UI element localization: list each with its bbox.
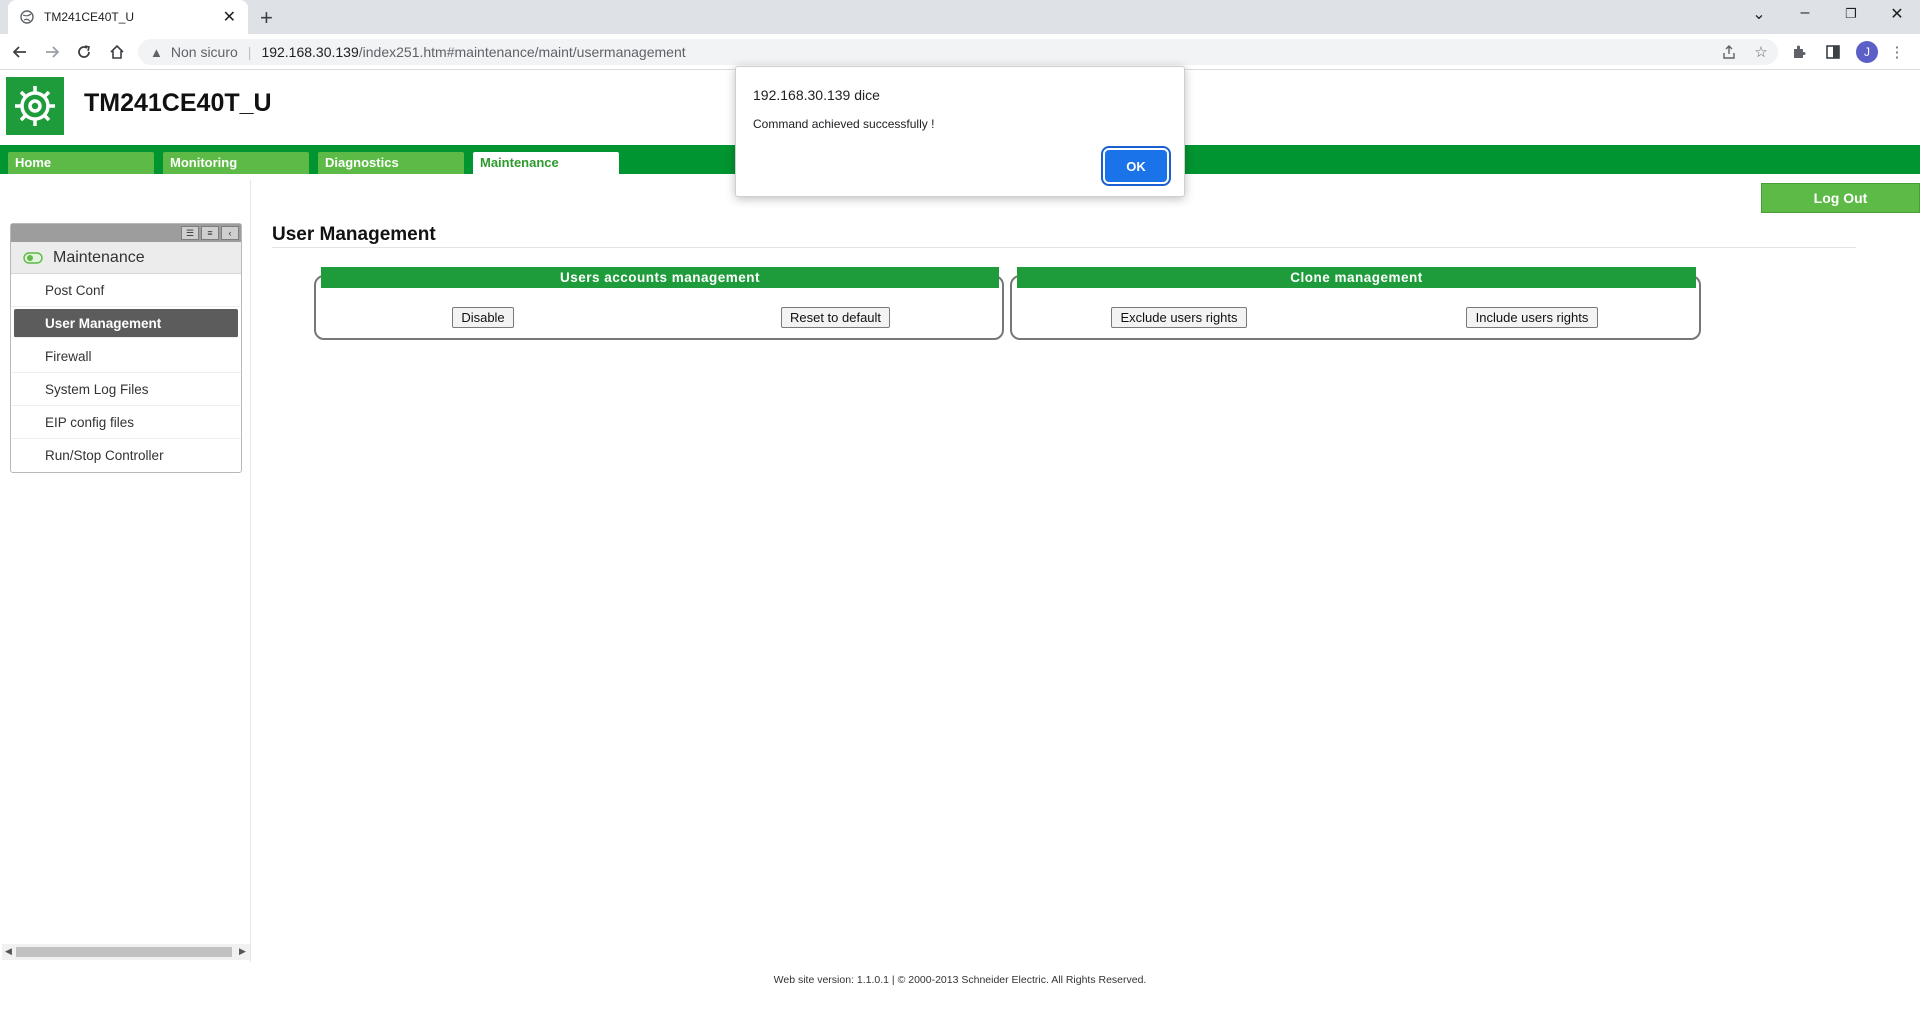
scroll-right-icon[interactable]: ▶ xyxy=(239,946,246,957)
browser-tabstrip: TM241CE40T_U ✕ + ⌄ – ❐ ✕ xyxy=(0,0,1920,34)
dialog-title: 192.168.30.139 dice xyxy=(753,87,880,103)
footer-text: Web site version: 1.1.0.1 | © 2000-2013 … xyxy=(773,974,1147,986)
scrollbar-thumb[interactable] xyxy=(16,947,232,957)
minimize-icon[interactable]: – xyxy=(1790,4,1820,22)
sidebar-item-eip-config-files[interactable]: EIP config files xyxy=(11,406,241,439)
warning-icon[interactable]: ▲ xyxy=(150,45,163,60)
extensions-icon[interactable] xyxy=(1790,43,1808,61)
alert-dialog: 192.168.30.139 dice Command achieved suc… xyxy=(735,66,1185,197)
dialog-message: Command achieved successfully ! xyxy=(753,117,935,131)
close-tab-icon[interactable]: ✕ xyxy=(223,7,236,27)
exclude-users-rights-button[interactable]: Exclude users rights xyxy=(1111,307,1247,328)
browser-toolbar: ▲ Non sicuro | 192.168.30.139/index251.h… xyxy=(0,34,1920,70)
sidebar-item-user-management[interactable]: User Management xyxy=(14,309,238,338)
sidebar-item-post-conf[interactable]: Post Conf xyxy=(11,274,241,307)
url-path: /index251.htm#maintenance/maint/usermana… xyxy=(358,44,686,60)
clone-management-header: Clone management xyxy=(1017,267,1696,288)
close-window-icon[interactable]: ✕ xyxy=(1882,4,1912,24)
security-label[interactable]: Non sicuro xyxy=(171,44,238,60)
tab-monitoring[interactable]: Monitoring xyxy=(163,152,309,174)
new-tab-button[interactable]: + xyxy=(260,5,273,31)
sidebar: ☰ ≡ ‹ Maintenance Post Conf User Managem… xyxy=(10,223,242,473)
globe-icon xyxy=(20,10,34,24)
title-divider xyxy=(272,247,1856,248)
menu-dots-icon[interactable]: ⋮ xyxy=(1888,43,1906,61)
sidebar-section-label: Maintenance xyxy=(53,248,145,266)
back-arrow-icon[interactable] xyxy=(10,42,30,62)
include-users-rights-button[interactable]: Include users rights xyxy=(1466,307,1598,328)
logout-button[interactable]: Log Out xyxy=(1761,183,1920,213)
tab-diagnostics[interactable]: Diagnostics xyxy=(318,152,464,174)
share-icon[interactable] xyxy=(1720,43,1738,61)
omnibox-separator: | xyxy=(247,44,252,60)
forward-arrow-icon[interactable] xyxy=(42,42,62,62)
reload-icon[interactable] xyxy=(74,42,94,62)
tab-maintenance[interactable]: Maintenance xyxy=(473,152,619,174)
gear-logo-icon xyxy=(6,77,64,135)
address-bar[interactable]: ▲ Non sicuro | 192.168.30.139/index251.h… xyxy=(138,39,1778,65)
browser-tab[interactable]: TM241CE40T_U ✕ xyxy=(8,0,248,34)
url-host: 192.168.30.139 xyxy=(261,44,359,60)
sidebar-item-firewall[interactable]: Firewall xyxy=(11,340,241,373)
dialog-ok-button[interactable]: OK xyxy=(1105,150,1167,182)
sidebar-divider xyxy=(250,180,251,962)
tab-home[interactable]: Home xyxy=(8,152,154,174)
sidebar-item-system-log-files[interactable]: System Log Files xyxy=(11,373,241,406)
sidebar-section-maintenance[interactable]: Maintenance xyxy=(11,242,241,274)
sidebar-item-run-stop-controller[interactable]: Run/Stop Controller xyxy=(11,439,241,472)
device-title: TM241CE40T_U xyxy=(84,89,272,117)
collapse-all-icon[interactable]: ≡ xyxy=(201,226,219,240)
reset-to-default-button[interactable]: Reset to default xyxy=(781,307,890,328)
toggle-icon xyxy=(23,251,43,264)
chevron-left-icon[interactable]: ‹ xyxy=(221,226,239,240)
sidebar-scrollbar[interactable]: ◀ ▶ xyxy=(2,944,250,960)
page-title: User Management xyxy=(272,224,436,245)
sidebar-toolbar: ☰ ≡ ‹ xyxy=(11,224,241,242)
restore-icon[interactable]: ❐ xyxy=(1836,6,1866,22)
expand-all-icon[interactable]: ☰ xyxy=(181,226,199,240)
tab-search-icon[interactable]: ⌄ xyxy=(1744,4,1774,24)
home-icon[interactable] xyxy=(107,42,127,62)
scroll-left-icon[interactable]: ◀ xyxy=(5,946,12,957)
profile-avatar[interactable]: J xyxy=(1856,41,1878,63)
disable-button[interactable]: Disable xyxy=(452,307,514,328)
users-accounts-header: Users accounts management xyxy=(321,267,999,288)
sidepanel-icon[interactable] xyxy=(1824,43,1842,61)
star-icon[interactable]: ☆ xyxy=(1752,43,1770,61)
tab-title: TM241CE40T_U xyxy=(44,10,135,24)
